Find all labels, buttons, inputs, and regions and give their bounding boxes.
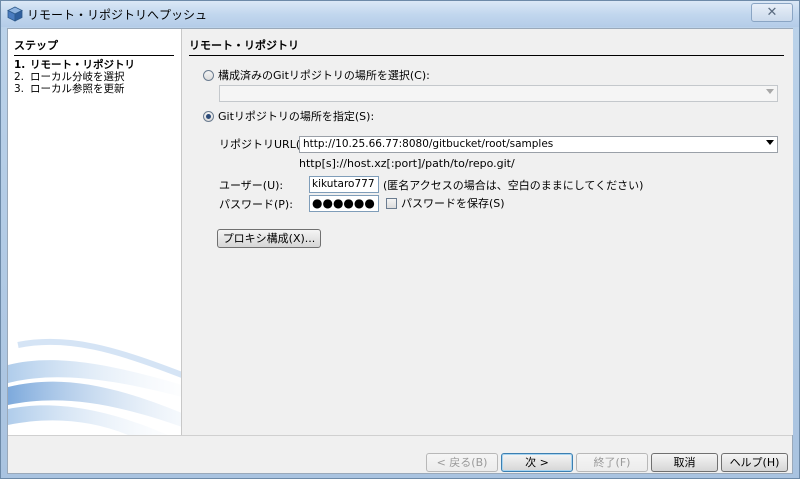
step-item-update-local-refs: 3. ローカル参照を更新 [14,83,135,95]
repo-url-combo[interactable]: http://10.25.66.77:8080/gitbucket/root/s… [299,136,778,153]
password-label: パスワード(P): [219,198,293,211]
wizard-button-bar: < 戻る(B) 次 > 終了(F) 取消 ヘルプ(H) [8,435,792,473]
user-input[interactable]: kikutaro777 [309,176,379,193]
close-icon: ✕ [766,5,778,20]
steps-list: 1. リモート・リポジトリ 2. ローカル分岐を選択 3. ローカル参照を更新 [14,59,135,95]
finish-button[interactable]: 終了(F) [576,453,648,472]
configured-repo-radio[interactable] [203,70,214,81]
step-label: ローカル参照を更新 [30,83,125,95]
window-title: リモート・リポジトリへプッシュ [27,8,208,22]
password-input[interactable]: ●●●●●● [309,195,379,212]
app-cube-icon [7,6,23,22]
step-number: 1. [14,59,26,71]
chevron-down-icon [766,140,774,145]
user-anonymous-note: (匿名アクセスの場合は、空白のままにしてください) [383,179,644,192]
step-item-select-local-branch: 2. ローカル分岐を選択 [14,71,135,83]
panel-title: リモート・リポジトリ [189,37,784,56]
specify-repo-radio[interactable] [203,111,214,122]
repo-url-value: http://10.25.66.77:8080/gitbucket/root/s… [303,138,554,150]
next-button[interactable]: 次 > [501,453,573,472]
step-item-remote-repository: 1. リモート・リポジトリ [14,59,135,71]
user-label: ユーザー(U): [219,179,284,192]
save-password-label: パスワードを保存(S) [401,197,505,210]
decorative-swoosh-graphic [8,338,181,435]
dialog-client-area: ステップ 1. リモート・リポジトリ 2. ローカル分岐を選択 3. ローカル参照を更… [7,28,793,474]
proxy-config-button[interactable]: プロキシ構成(X)... [217,229,321,248]
chevron-down-icon [766,89,774,94]
step-label: リモート・リポジトリ [30,59,135,71]
title-bar[interactable]: リモート・リポジトリへプッシュ ✕ [1,1,799,27]
close-button[interactable]: ✕ [751,3,793,22]
step-number: 2. [14,71,25,83]
configured-repo-combo[interactable] [219,85,778,102]
content-panel: リモート・リポジトリ 構成済みのGitリポジトリの場所を選択(C): Gitリポ… [183,29,793,435]
step-number: 3. [14,83,25,95]
configured-repo-label: 構成済みのGitリポジトリの場所を選択(C): [218,69,430,82]
help-button[interactable]: ヘルプ(H) [721,453,788,472]
specify-repo-label: Gitリポジトリの場所を指定(S): [218,110,375,123]
save-password-checkbox[interactable] [386,198,397,209]
cancel-button[interactable]: 取消 [651,453,718,472]
push-dialog-window: リモート・リポジトリへプッシュ ✕ ステップ 1. リモート・リポジトリ 2. ロー… [0,0,800,479]
back-button[interactable]: < 戻る(B) [426,453,498,472]
repo-url-hint: http[s]://host.xz[:port]/path/to/repo.gi… [299,157,515,170]
step-label: ローカル分岐を選択 [30,71,125,83]
steps-title: ステップ [14,37,174,56]
steps-panel: ステップ 1. リモート・リポジトリ 2. ローカル分岐を選択 3. ローカル参照を更… [8,29,182,435]
